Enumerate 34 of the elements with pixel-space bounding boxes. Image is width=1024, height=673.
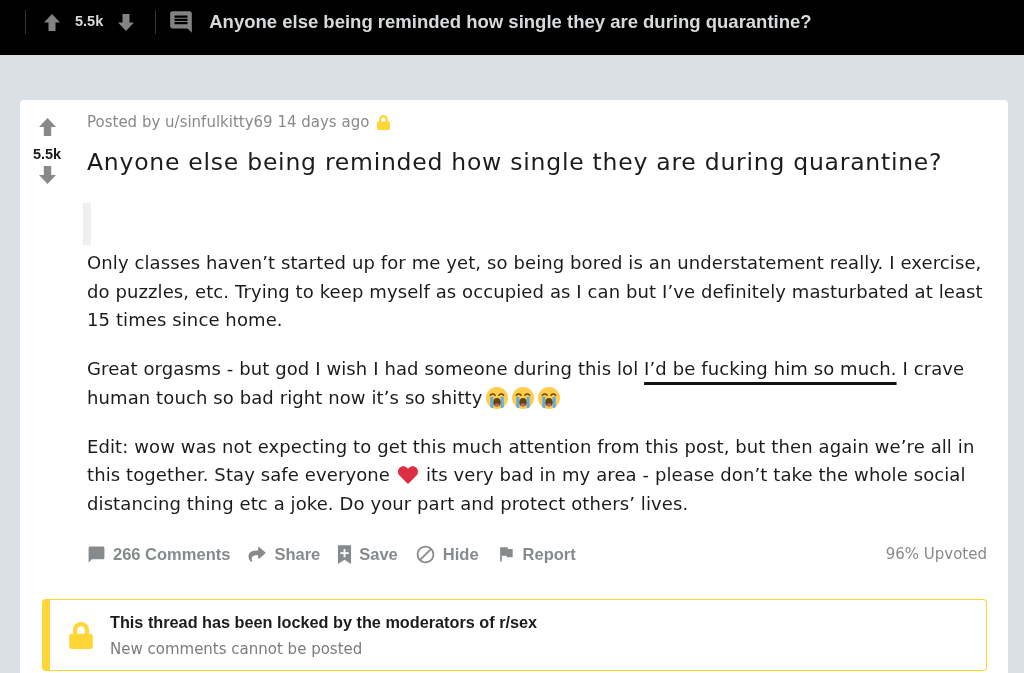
speech-bubble-icon: [168, 9, 195, 35]
downvote-button[interactable]: [118, 13, 135, 31]
upvote-button[interactable]: [38, 118, 56, 136]
upvote-ratio: 96% Upvoted: [885, 543, 987, 565]
report-button[interactable]: Report: [495, 541, 576, 567]
notice-title: This thread has been locked by the moderators of r/sex: [110, 611, 538, 632]
top-bar-title: Anyone else being reminded how single they are during quarantine?: [209, 10, 812, 35]
bookmark-plus-icon: [337, 544, 353, 564]
vote-count: 5.5k: [32, 145, 62, 163]
crying-face-icon: [486, 386, 509, 409]
crying-face-icon: [538, 386, 561, 409]
post-title: Anyone else being reminded how single they are during quarantine?: [87, 147, 944, 177]
post-meta: Posted by u/sinfulkitty69 14 days ago: [87, 112, 370, 132]
padlock-icon: [69, 621, 93, 649]
arrow-up-icon: [38, 118, 56, 136]
post-paragraph: Edit: wow was not expecting to get this much attention from this post, but then again we’re all in this together. Stay safe everyone its very bad in my area - please don’t take the whole social distancing thing etc a joke. Do your part and protect others’ lives.: [87, 434, 976, 516]
save-button[interactable]: Save: [337, 541, 398, 567]
hide-button[interactable]: Hide: [414, 541, 479, 567]
notice-subtitle: New comments cannot be posted: [110, 638, 364, 659]
downvote-button[interactable]: [38, 166, 56, 184]
heart-icon: [396, 465, 419, 485]
post-paragraph: Great orgasms - but god I wish I had someone during this lol I’d be fucking him so much. I crave human touch so bad right now it’s so shitty: [87, 357, 966, 411]
arrow-down-icon: [38, 166, 56, 184]
vote-count: 5.5k: [75, 12, 104, 32]
upvote-button[interactable]: [44, 13, 60, 31]
arrow-down-icon: [118, 13, 135, 31]
post-paragraph: Only classes haven’t started up for me yet, so being bored is an understatement really. I exercise, do puzzles, etc. Trying to keep myself as occupied as I can but I’ve definitely masturbated at least 15 times since home.: [87, 251, 984, 332]
speech-bubble-icon: [87, 544, 106, 564]
comments-button[interactable]: 266 Comments: [87, 541, 231, 567]
arrow-up-icon: [44, 13, 60, 31]
share-button[interactable]: Share: [247, 541, 321, 567]
prohibition-sign-icon: [414, 543, 436, 565]
curved-arrow-icon: [247, 545, 268, 563]
crying-face-icon: [512, 386, 535, 409]
